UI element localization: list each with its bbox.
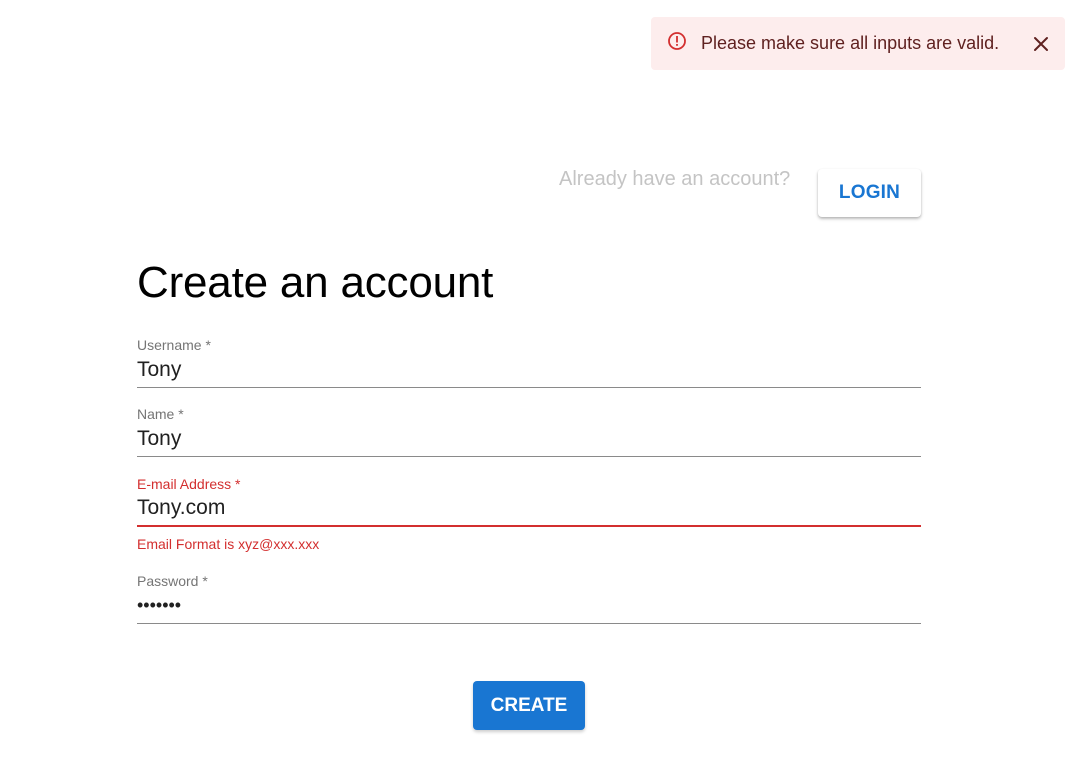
alert-message: Please make sure all inputs are valid. xyxy=(701,33,1000,53)
name-field: Name * xyxy=(137,405,921,457)
email-field: E-mail Address * Email Format is xyz@xxx… xyxy=(137,475,921,552)
email-input[interactable] xyxy=(137,493,921,527)
username-input[interactable] xyxy=(137,354,921,388)
password-label: Password * xyxy=(137,573,208,589)
login-button[interactable]: LOGIN xyxy=(818,169,921,217)
page-title: Create an account xyxy=(137,258,494,307)
error-outline-icon xyxy=(667,31,687,51)
name-label: Name * xyxy=(137,406,184,422)
username-field: Username * xyxy=(137,336,921,388)
email-error-helper: Email Format is xyz@xxx.xxx xyxy=(137,536,320,552)
create-button[interactable]: CREATE xyxy=(473,681,585,730)
already-have-account-text: Already have an account? xyxy=(559,168,791,190)
close-icon[interactable] xyxy=(1029,32,1053,56)
signup-page: Please make sure all inputs are valid. A… xyxy=(0,0,1077,778)
email-label: E-mail Address * xyxy=(137,476,241,492)
username-label: Username * xyxy=(137,337,211,353)
password-field: Password * xyxy=(137,572,921,624)
password-input[interactable] xyxy=(137,590,921,624)
name-input[interactable] xyxy=(137,423,921,457)
error-alert: Please make sure all inputs are valid. xyxy=(651,17,1065,70)
